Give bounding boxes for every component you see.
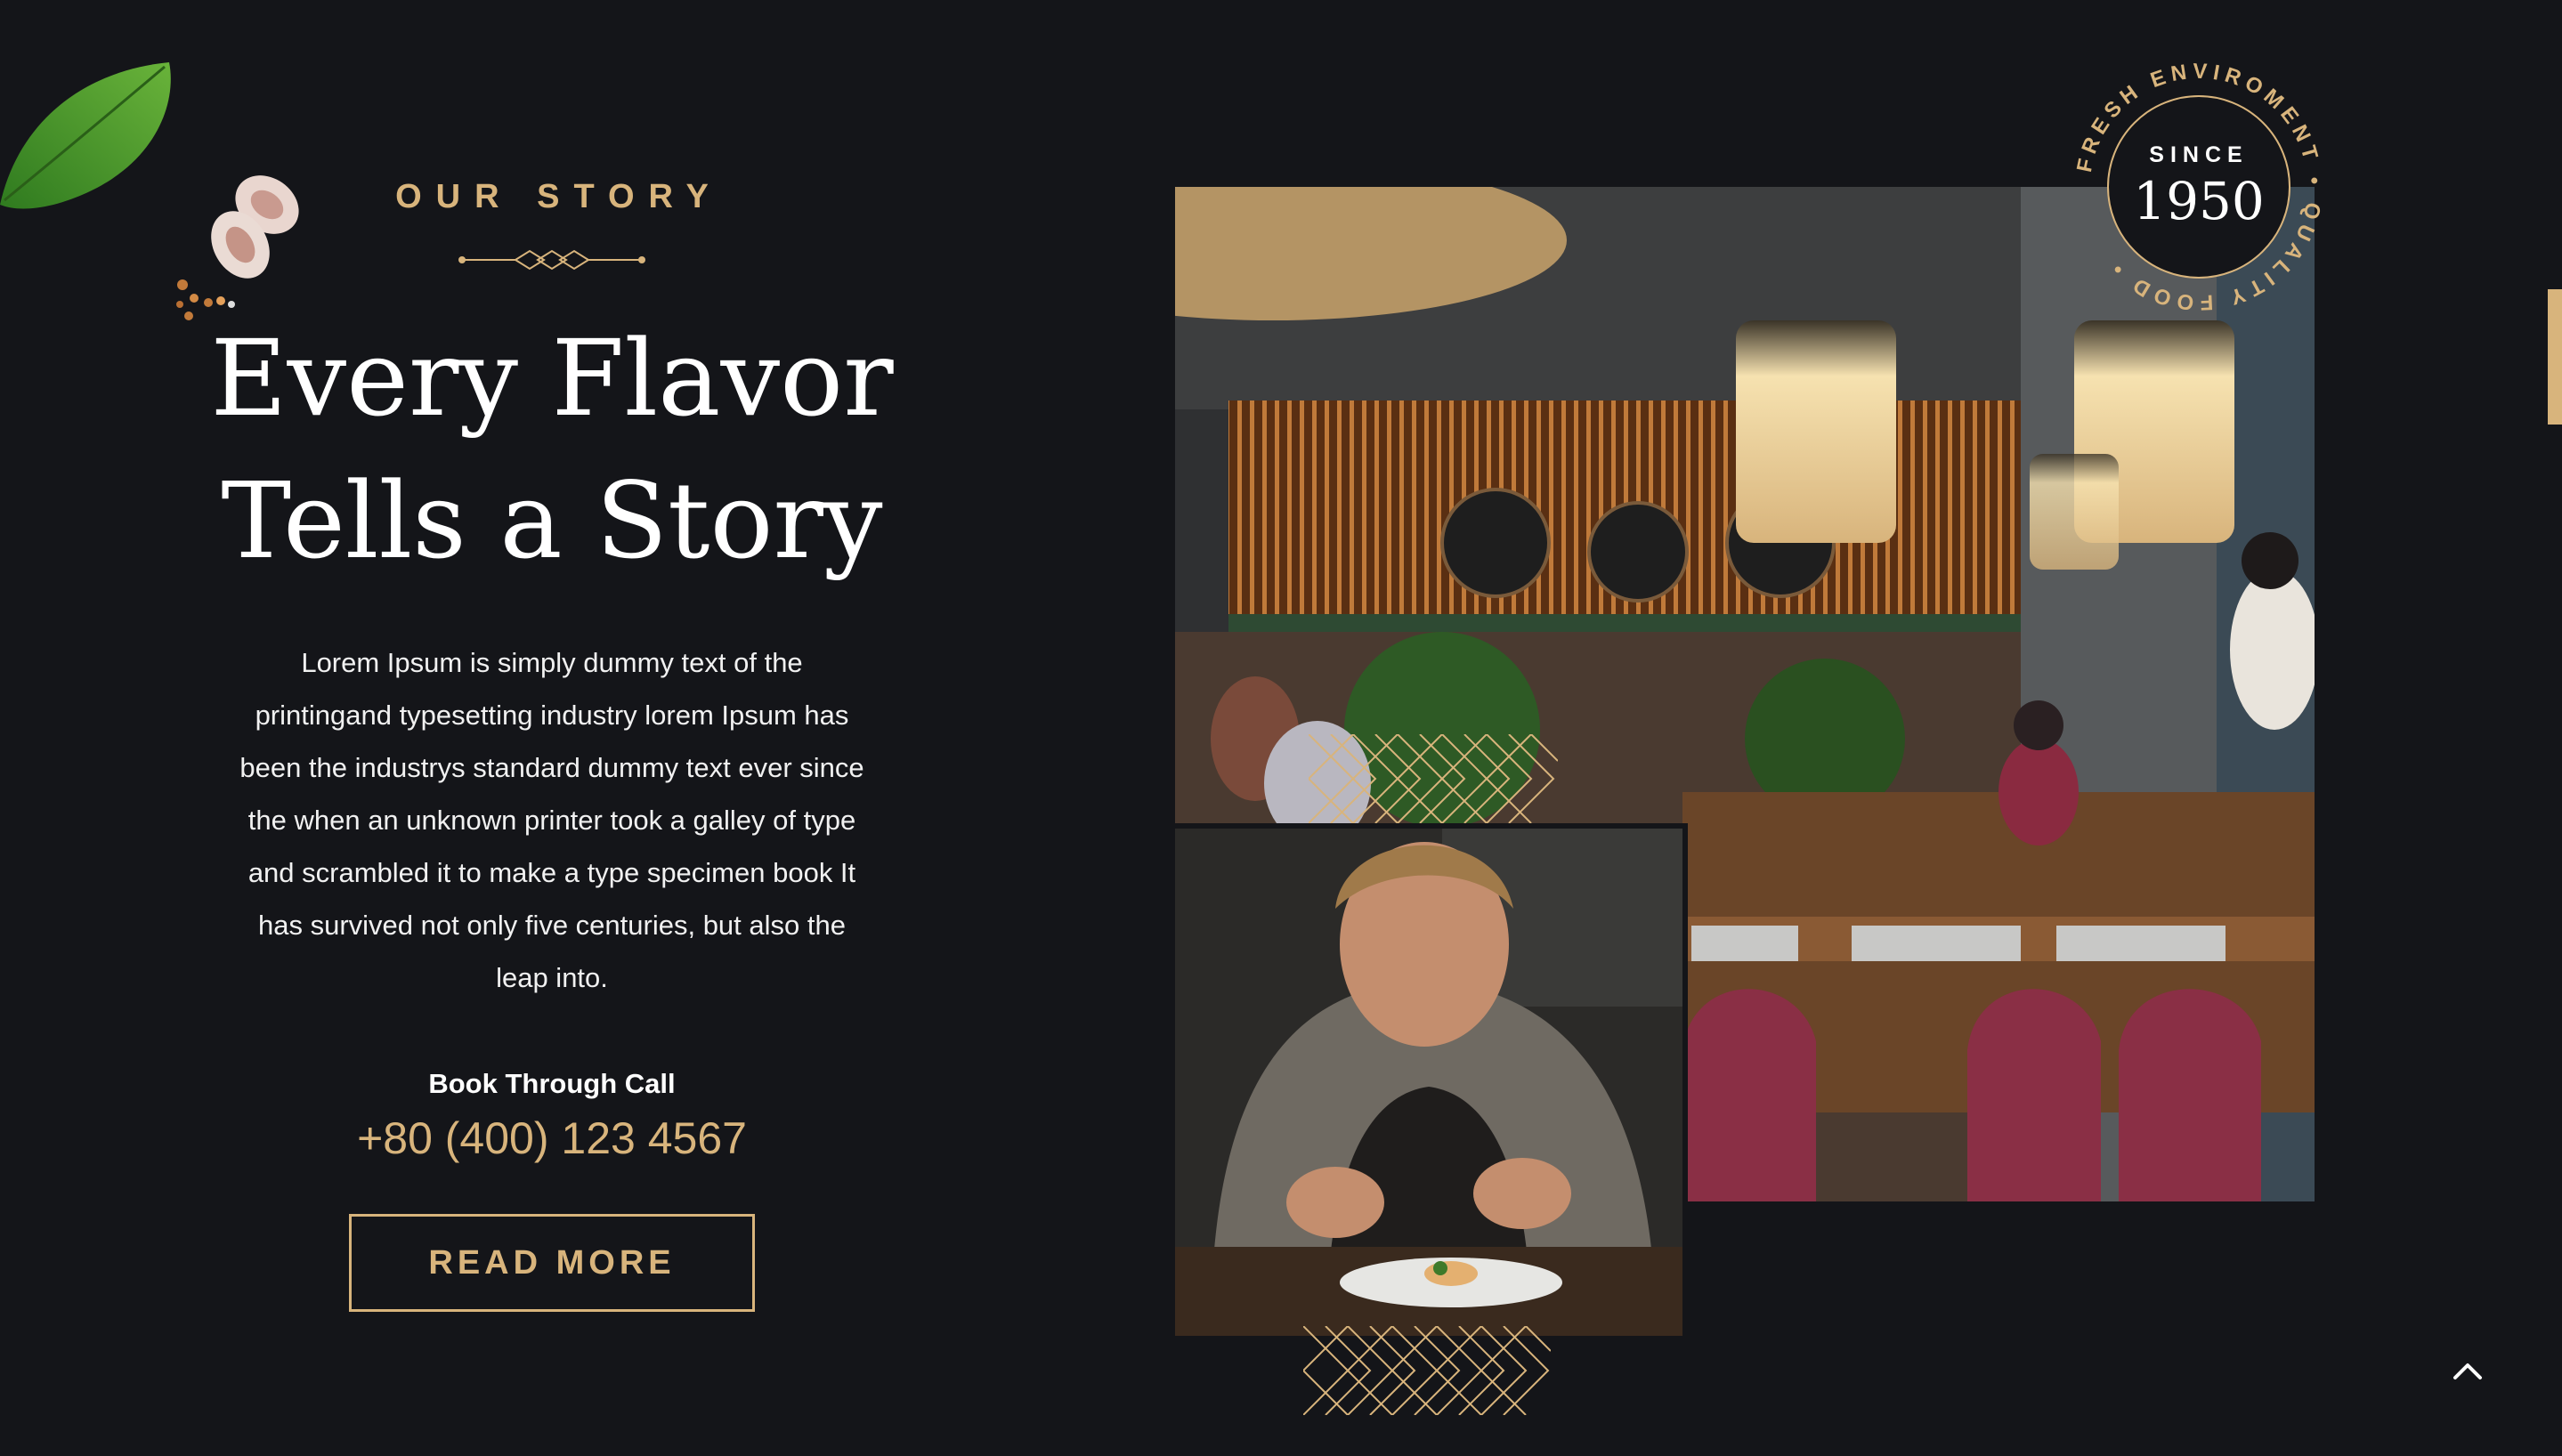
badge-year: 1950: [2133, 171, 2265, 231]
headline-line-2: Tells a Story: [221, 459, 883, 582]
story-section: OUR STORY Every Flavor Tells a Story Lor…: [0, 0, 2562, 1456]
chevron-up-icon[interactable]: [2448, 1353, 2487, 1392]
section-eyebrow: OUR STORY: [395, 178, 723, 215]
geometric-pattern: [1303, 1326, 1551, 1415]
read-more-button[interactable]: READ MORE: [349, 1214, 755, 1312]
since-badge: FRESH ENVIROMENT • QUALITY FOOD • SINCE …: [2072, 60, 2323, 315]
chef-plating-photo: [1175, 823, 1688, 1336]
story-content: OUR STORY Every Flavor Tells a Story Lor…: [205, 178, 899, 1312]
book-through-call-label: Book Through Call: [428, 1068, 676, 1099]
headline-line-1: Every Flavor: [210, 317, 894, 440]
badge-since-label: SINCE: [2149, 142, 2249, 167]
phone-number-link[interactable]: +80 (400) 123 4567: [205, 1112, 899, 1164]
page-title: Every Flavor Tells a Story: [205, 307, 899, 592]
basil-leaf-icon: [0, 62, 171, 209]
story-body-text: Lorem Ipsum is simply dummy text of the …: [239, 647, 864, 993]
scrollbar-thumb[interactable]: [2548, 289, 2562, 425]
photo-collage: [1175, 187, 2315, 1433]
geometric-pattern: [1309, 734, 1558, 823]
divider-ornament: [458, 249, 645, 271]
